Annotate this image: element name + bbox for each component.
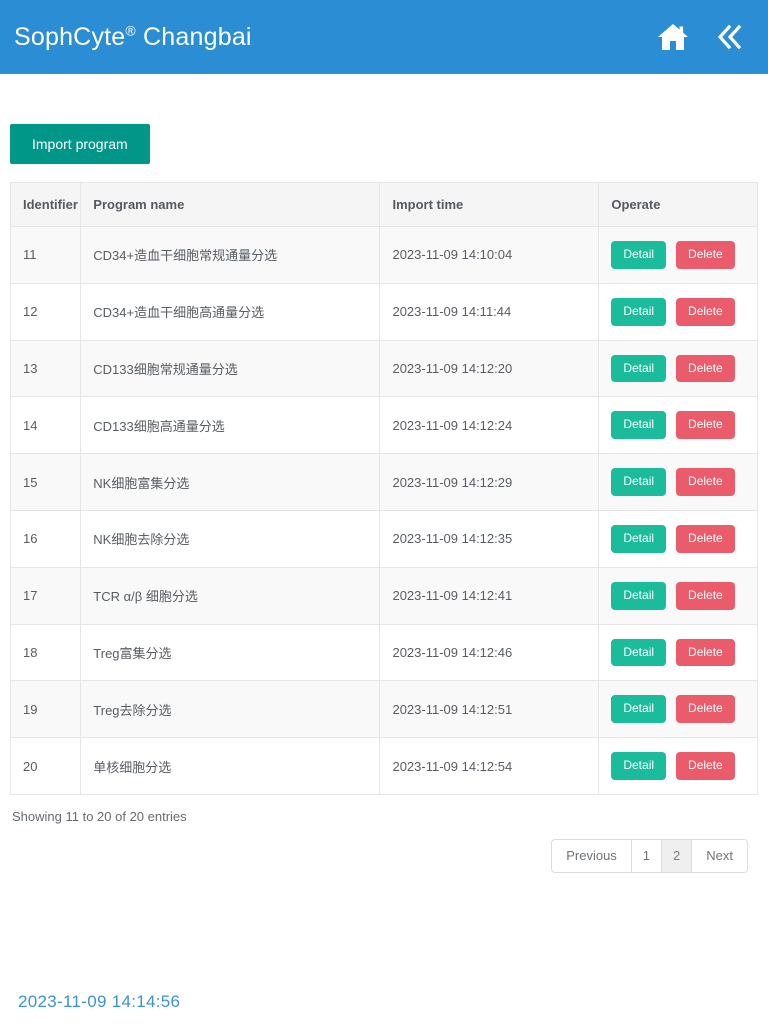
- table-row: 16NK细胞去除分选2023-11-09 14:12:35 Detail Delet…: [11, 510, 758, 567]
- cell-import-time: 2023-11-09 14:12:54: [380, 738, 599, 795]
- home-icon[interactable]: [656, 20, 690, 54]
- cell-identifier: 19: [11, 681, 81, 738]
- table-row: 20单核细胞分选2023-11-09 14:12:54 Detail Delete: [11, 738, 758, 795]
- cell-import-time: 2023-11-09 14:12:35: [380, 510, 599, 567]
- delete-button[interactable]: Delete: [676, 582, 735, 610]
- table-row: 12CD34+造血干细胞高通量分选2023-11-09 14:11:44Deta…: [11, 283, 758, 340]
- cell-import-time: 2023-11-09 14:12:29: [380, 454, 599, 511]
- app-title-suffix: Changbai: [136, 23, 252, 51]
- cell-operate: Detail Delete: [599, 510, 758, 567]
- program-table: Identifier Program name Import time Oper…: [10, 182, 758, 795]
- column-header-import-time: Import time: [380, 183, 599, 227]
- status-clock: 2023-11-09 14:14:56: [18, 992, 180, 1012]
- detail-button[interactable]: Detail: [611, 525, 666, 553]
- cell-import-time: 2023-11-09 14:12:20: [380, 340, 599, 397]
- cell-identifier: 12: [11, 283, 81, 340]
- column-header-identifier: Identifier: [11, 183, 81, 227]
- detail-button[interactable]: Detail: [611, 468, 666, 496]
- pagination-next[interactable]: Next: [692, 840, 747, 872]
- cell-import-time: 2023-11-09 14:12:41: [380, 567, 599, 624]
- cell-program-name: CD34+造血干细胞常规通量分选: [81, 227, 380, 284]
- detail-button[interactable]: Detail: [611, 639, 666, 667]
- detail-button[interactable]: Detail: [611, 695, 666, 723]
- table-row: 13CD133细胞常规通量分选2023-11-09 14:12:20Detail…: [11, 340, 758, 397]
- table-row: 19Treg去除分选2023-11-09 14:12:51 Detail Delet…: [11, 681, 758, 738]
- app-header: SophCyte® Changbai: [0, 0, 768, 74]
- cell-identifier: 16: [11, 510, 81, 567]
- registered-mark: ®: [125, 22, 136, 38]
- table-row: 11CD34+造血干细胞常规通量分选2023-11-09 14:10:04Det…: [11, 227, 758, 284]
- cell-identifier: 14: [11, 397, 81, 454]
- delete-button[interactable]: Delete: [676, 468, 735, 496]
- cell-program-name: NK细胞富集分选: [81, 454, 380, 511]
- page-title: SophCyte® Changbai: [14, 23, 252, 52]
- cell-operate: Detail Delete: [599, 283, 758, 340]
- pagination-page-1[interactable]: 1: [632, 840, 662, 872]
- table-row: 15NK细胞富集分选2023-11-09 14:12:29 Detail Delet…: [11, 454, 758, 511]
- cell-import-time: 2023-11-09 14:12:46: [380, 624, 599, 681]
- cell-operate: Detail Delete: [599, 340, 758, 397]
- column-header-program-name: Program name: [81, 183, 380, 227]
- app-title-main: SophCyte: [14, 23, 125, 51]
- cell-operate: Detail Delete: [599, 454, 758, 511]
- table-header-row: Identifier Program name Import time Oper…: [11, 183, 758, 227]
- cell-identifier: 20: [11, 738, 81, 795]
- toolbar: Import program: [10, 74, 758, 182]
- cell-identifier: 17: [11, 567, 81, 624]
- pagination: Previous 1 2 Next: [551, 839, 748, 873]
- table-row: 14CD133细胞高通量分选2023-11-09 14:12:24DetailD…: [11, 397, 758, 454]
- cell-identifier: 15: [11, 454, 81, 511]
- import-program-button[interactable]: Import program: [10, 124, 150, 164]
- cell-import-time: 2023-11-09 14:12:24: [380, 397, 599, 454]
- pagination-container: Previous 1 2 Next: [10, 824, 758, 873]
- cell-operate: Detail Delete: [599, 227, 758, 284]
- delete-button[interactable]: Delete: [676, 752, 735, 780]
- cell-program-name: 单核细胞分选: [81, 738, 380, 795]
- table-row: 18Treg富集分选2023-11-09 14:12:46 Detail Delet…: [11, 624, 758, 681]
- cell-identifier: 18: [11, 624, 81, 681]
- cell-program-name: NK细胞去除分选: [81, 510, 380, 567]
- cell-identifier: 13: [11, 340, 81, 397]
- table-body: 11CD34+造血干细胞常规通量分选2023-11-09 14:10:04Det…: [11, 227, 758, 795]
- entries-info: Showing 11 to 20 of 20 entries: [10, 795, 758, 824]
- main-content: Import program Identifier Program name I…: [0, 74, 768, 873]
- cell-import-time: 2023-11-09 14:11:44: [380, 283, 599, 340]
- detail-button[interactable]: Detail: [611, 298, 666, 326]
- delete-button[interactable]: Delete: [676, 639, 735, 667]
- cell-program-name: CD34+造血干细胞高通量分选: [81, 283, 380, 340]
- cell-program-name: Treg富集分选: [81, 624, 380, 681]
- detail-button[interactable]: Detail: [611, 582, 666, 610]
- detail-button[interactable]: Detail: [611, 355, 666, 383]
- delete-button[interactable]: Delete: [676, 298, 735, 326]
- pagination-page-2[interactable]: 2: [662, 840, 692, 872]
- delete-button[interactable]: Delete: [676, 695, 735, 723]
- table-row: 17TCR α/β 细胞分选2023-11-09 14:12:41DetailD…: [11, 567, 758, 624]
- detail-button[interactable]: Detail: [611, 241, 666, 269]
- pagination-previous[interactable]: Previous: [552, 840, 632, 872]
- cell-import-time: 2023-11-09 14:10:04: [380, 227, 599, 284]
- cell-operate: Detail Delete: [599, 567, 758, 624]
- cell-operate: Detail Delete: [599, 397, 758, 454]
- cell-program-name: Treg去除分选: [81, 681, 380, 738]
- delete-button[interactable]: Delete: [676, 411, 735, 439]
- cell-operate: Detail Delete: [599, 738, 758, 795]
- cell-operate: Detail Delete: [599, 681, 758, 738]
- cell-program-name: CD133细胞常规通量分选: [81, 340, 380, 397]
- delete-button[interactable]: Delete: [676, 525, 735, 553]
- column-header-operate: Operate: [599, 183, 758, 227]
- delete-button[interactable]: Delete: [676, 241, 735, 269]
- cell-identifier: 11: [11, 227, 81, 284]
- cell-operate: Detail Delete: [599, 624, 758, 681]
- detail-button[interactable]: Detail: [611, 411, 666, 439]
- double-chevron-left-icon[interactable]: [712, 20, 746, 54]
- table-header: Identifier Program name Import time Oper…: [11, 183, 758, 227]
- cell-import-time: 2023-11-09 14:12:51: [380, 681, 599, 738]
- detail-button[interactable]: Detail: [611, 752, 666, 780]
- header-icon-group: [656, 20, 746, 54]
- delete-button[interactable]: Delete: [676, 355, 735, 383]
- cell-program-name: TCR α/β 细胞分选: [81, 567, 380, 624]
- cell-program-name: CD133细胞高通量分选: [81, 397, 380, 454]
